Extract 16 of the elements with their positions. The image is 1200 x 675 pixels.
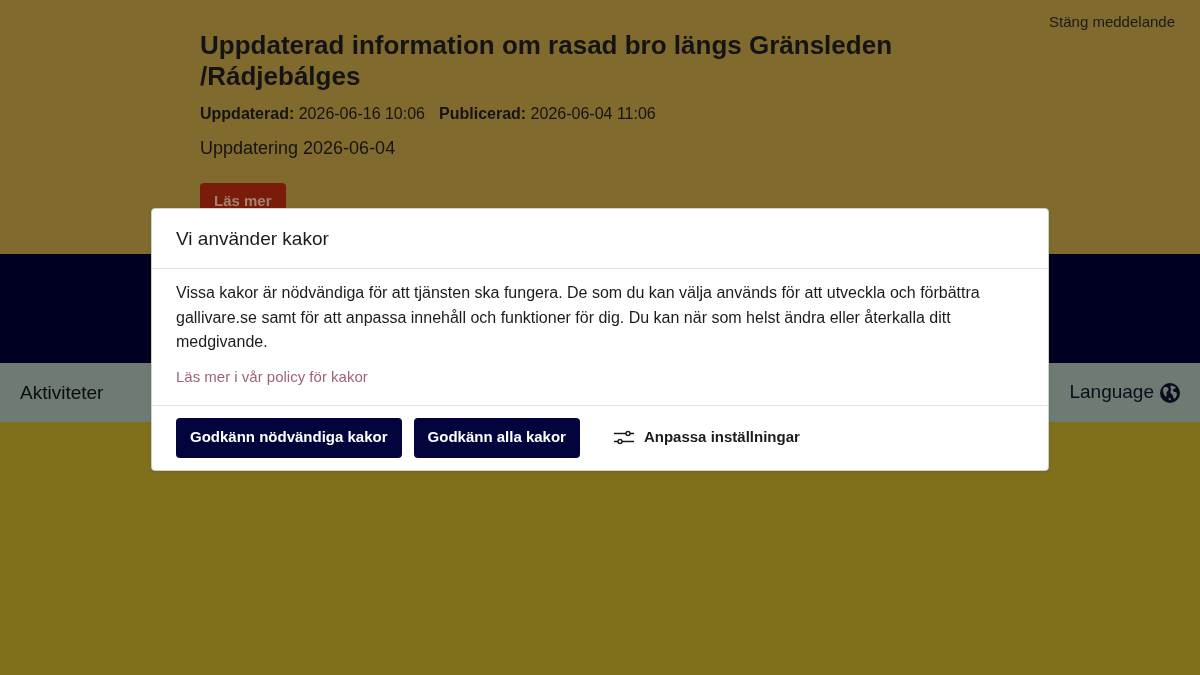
dialog-title: Vi använder kakor bbox=[176, 227, 330, 251]
notice-date: Uppdaterad: 2026-06-16 10:06 bbox=[200, 104, 425, 124]
language-link[interactable]: Language bbox=[1069, 378, 1180, 407]
globe-icon bbox=[1160, 382, 1180, 403]
close-notice-link[interactable]: Stäng meddelande bbox=[1049, 12, 1175, 32]
policy-link[interactable]: Läs mer i vår policy för kakor bbox=[176, 365, 368, 388]
notice-title: Uppdaterad information om rasad bro längs Gränsleden /Rádjebálges bbox=[200, 30, 893, 92]
notice-date: Publicerad: 2026-06-04 11:06 bbox=[439, 104, 656, 124]
read-more-button[interactable]: Läs mer bbox=[200, 183, 286, 208]
accept-button[interactable]: Godkänn alla kakor bbox=[413, 417, 580, 458]
dialog-text: Vissa kakor är nödvändiga för att tjänsten ska fungera. De som du kan välja används för att utveckla och förbättra gallivare.se samt för att anpassa innehåll och funktioner för dig. Du kan när som helst ändra eller återkalla ditt medgivande. bbox=[176, 283, 981, 352]
settings-button[interactable]: Anpassa inställningar bbox=[593, 417, 820, 458]
accept-button[interactable]: Godkänn nödvändiga kakor bbox=[176, 417, 402, 458]
sliders-icon bbox=[613, 429, 634, 446]
nav-link[interactable]: Aktiviteter bbox=[20, 380, 104, 405]
notice-summary: Uppdatering 2026-06-04 bbox=[200, 137, 397, 160]
